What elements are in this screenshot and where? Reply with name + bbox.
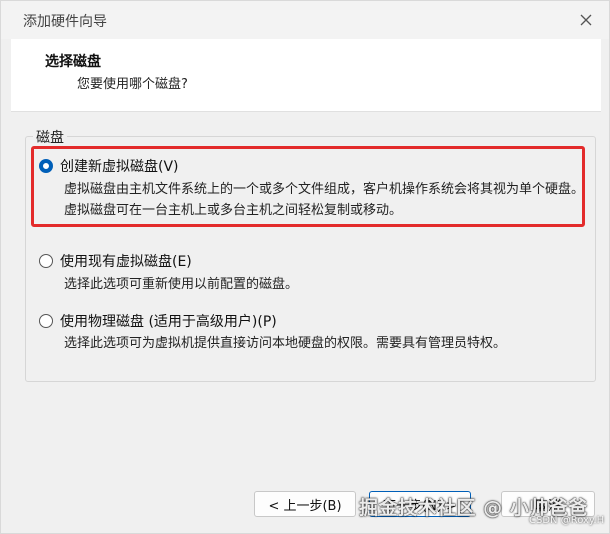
option-label: 使用物理磁盘 (适用于高级用户)(P) xyxy=(60,314,277,330)
page-title: 选择磁盘 xyxy=(45,54,101,70)
add-hardware-wizard-window: 添加硬件向导 选择磁盘 您要使用哪个磁盘? 磁盘 创建新虚拟磁盘(V) 虚拟磁盘… xyxy=(0,0,610,534)
close-icon xyxy=(580,14,592,26)
option-label: 创建新虚拟磁盘(V) xyxy=(60,159,179,175)
disk-group-label: 磁盘 xyxy=(33,127,67,147)
option-description: 选择此选项可为虚拟机提供直接访问本地硬盘的权限。需要具有管理员特权。 xyxy=(64,336,507,351)
option-description: 虚拟磁盘由主机文件系统上的一个或多个文件组成，客户机操作系统会将其视为单个硬盘。… xyxy=(64,182,585,218)
radio-use-physical-disk[interactable] xyxy=(39,314,53,328)
wizard-header: 选择磁盘 您要使用哪个磁盘? xyxy=(11,39,601,112)
title-bar: 添加硬件向导 xyxy=(1,1,609,39)
close-button[interactable] xyxy=(573,7,599,33)
page-subtitle: 您要使用哪个磁盘? xyxy=(77,77,188,92)
radio-use-existing-disk[interactable] xyxy=(39,254,53,268)
back-button[interactable]: < 上一步(B) xyxy=(254,491,356,517)
watermark-small-text: CSDN @Roxy.H xyxy=(529,515,605,526)
option-use-physical-disk[interactable]: 使用物理磁盘 (适用于高级用户)(P) xyxy=(39,311,277,331)
option-description: 选择此选项可重新使用以前配置的磁盘。 xyxy=(64,277,299,292)
option-label: 使用现有虚拟磁盘(E) xyxy=(60,254,192,270)
option-use-existing-disk[interactable]: 使用现有虚拟磁盘(E) xyxy=(39,251,192,271)
window-title: 添加硬件向导 xyxy=(23,14,107,30)
option-create-new-disk[interactable]: 创建新虚拟磁盘(V) xyxy=(39,156,179,176)
radio-create-new-disk[interactable] xyxy=(39,159,53,173)
